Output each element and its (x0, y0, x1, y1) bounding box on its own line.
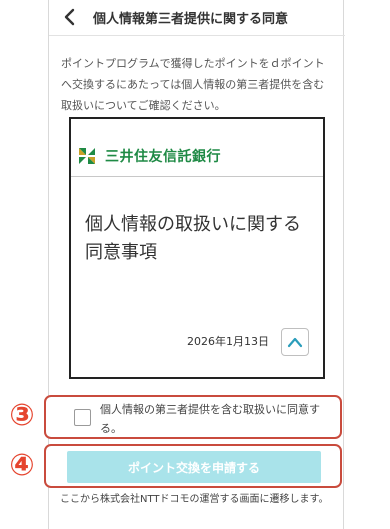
document-title: 個人情報の取扱いに関する同意事項 (85, 214, 301, 263)
consent-row[interactable]: 個人情報の第三者提供を含む取扱いに同意する。 (44, 395, 342, 439)
bank-name: 三井住友信託銀行 (105, 149, 221, 165)
consent-label: 個人情報の第三者提供を含む取扱いに同意する。 (100, 403, 320, 435)
document-date: 2026年1月13日 (187, 335, 269, 348)
chevron-up-icon (287, 337, 303, 348)
apply-exchange-button[interactable]: ポイント交換を申請する (67, 451, 321, 483)
intro-text: ポイントプログラムで獲得したポイントをｄポイントへ交換するにあたっては個人情報の… (61, 57, 325, 112)
page-title: 個人情報第三者提供に関する同意 (93, 12, 289, 27)
step-number-4: ④ (9, 448, 35, 483)
bank-logo-icon (77, 146, 97, 166)
consent-document-viewer[interactable]: 三井住友信託銀行 個人情報の取扱いに関する同意事項 2026年1月13日 (69, 117, 325, 379)
bank-logo-block: 三井住友信託銀行 (77, 146, 221, 166)
consent-checkbox[interactable] (74, 409, 91, 426)
divider (71, 176, 323, 177)
submit-highlight: ポイント交換を申請する (44, 444, 342, 488)
footer-note: ここから株式会社NTTドコモの運営する画面に遷移します。 (60, 494, 329, 505)
header: 個人情報第三者提供に関する同意 (49, 0, 345, 36)
step-number-3: ③ (9, 398, 35, 433)
scroll-up-button[interactable] (281, 328, 309, 356)
document-page: 三井住友信託銀行 個人情報の取扱いに関する同意事項 2026年1月13日 (71, 119, 323, 377)
back-chevron-icon[interactable] (59, 5, 81, 29)
